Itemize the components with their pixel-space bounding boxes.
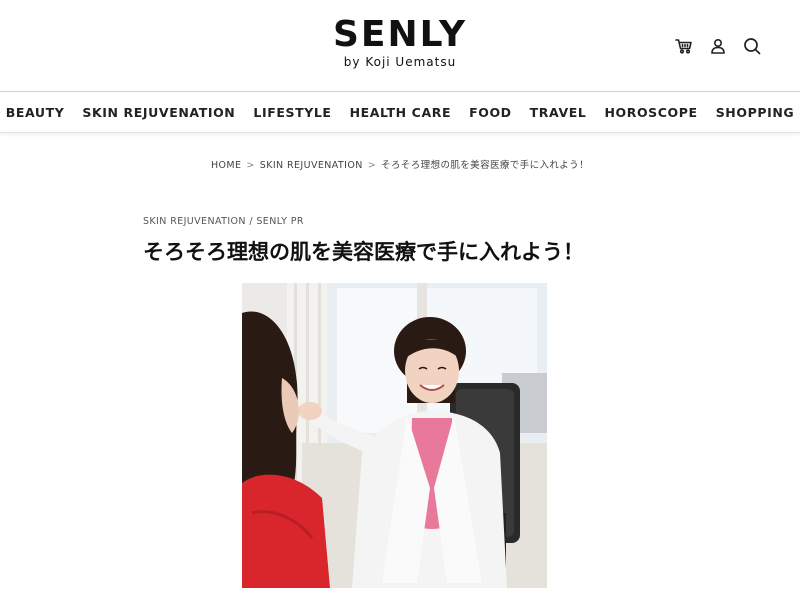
breadcrumb-current: そろそろ理想の肌を美容医療で手に入れよう！ xyxy=(381,160,589,171)
nav-item-skin-rejuvenation[interactable]: SKIN REJUVENATION xyxy=(82,105,235,120)
nav-item-food[interactable]: FOOD xyxy=(469,105,512,120)
breadcrumb-home[interactable]: HOME xyxy=(211,160,241,171)
user-icon[interactable] xyxy=(708,36,728,56)
article-title: そろそろ理想の肌を美容医療で手に入れよう！ xyxy=(143,240,584,264)
breadcrumb-separator: > xyxy=(246,160,255,171)
site-header: SENLY by Koji Uematsu xyxy=(0,0,800,92)
search-icon[interactable] xyxy=(742,36,762,56)
nav-item-lifestyle[interactable]: LIFESTYLE xyxy=(253,105,331,120)
main-nav: BEAUTY SKIN REJUVENATION LIFESTYLE HEALT… xyxy=(0,93,800,133)
article-category: SKIN REJUVENATION / SENLY PR xyxy=(143,216,304,227)
category-divider: / xyxy=(245,216,257,227)
nav-item-health-care[interactable]: HEALTH CARE xyxy=(350,105,452,120)
header-icons xyxy=(674,36,762,56)
cart-icon[interactable] xyxy=(674,36,694,56)
nav-item-shopping[interactable]: SHOPPING xyxy=(716,105,795,120)
logo-byline: by Koji Uematsu xyxy=(343,55,457,69)
breadcrumb: HOME > SKIN REJUVENATION > そろそろ理想の肌を美容医療で手に入… xyxy=(0,157,800,171)
nav-list: BEAUTY SKIN REJUVENATION LIFESTYLE HEALT… xyxy=(0,93,800,120)
nav-item-travel[interactable]: TRAVEL xyxy=(530,105,587,120)
category-link-senly-pr[interactable]: SENLY PR xyxy=(256,216,304,227)
category-link-skin-rejuvenation[interactable]: SKIN REJUVENATION xyxy=(143,216,246,227)
nav-item-beauty[interactable]: BEAUTY xyxy=(6,105,65,120)
nav-item-horoscope[interactable]: HOROSCOPE xyxy=(604,105,697,120)
breadcrumb-separator: > xyxy=(367,160,377,171)
article-hero-image xyxy=(242,283,547,588)
breadcrumb-category[interactable]: SKIN REJUVENATION xyxy=(260,160,363,171)
